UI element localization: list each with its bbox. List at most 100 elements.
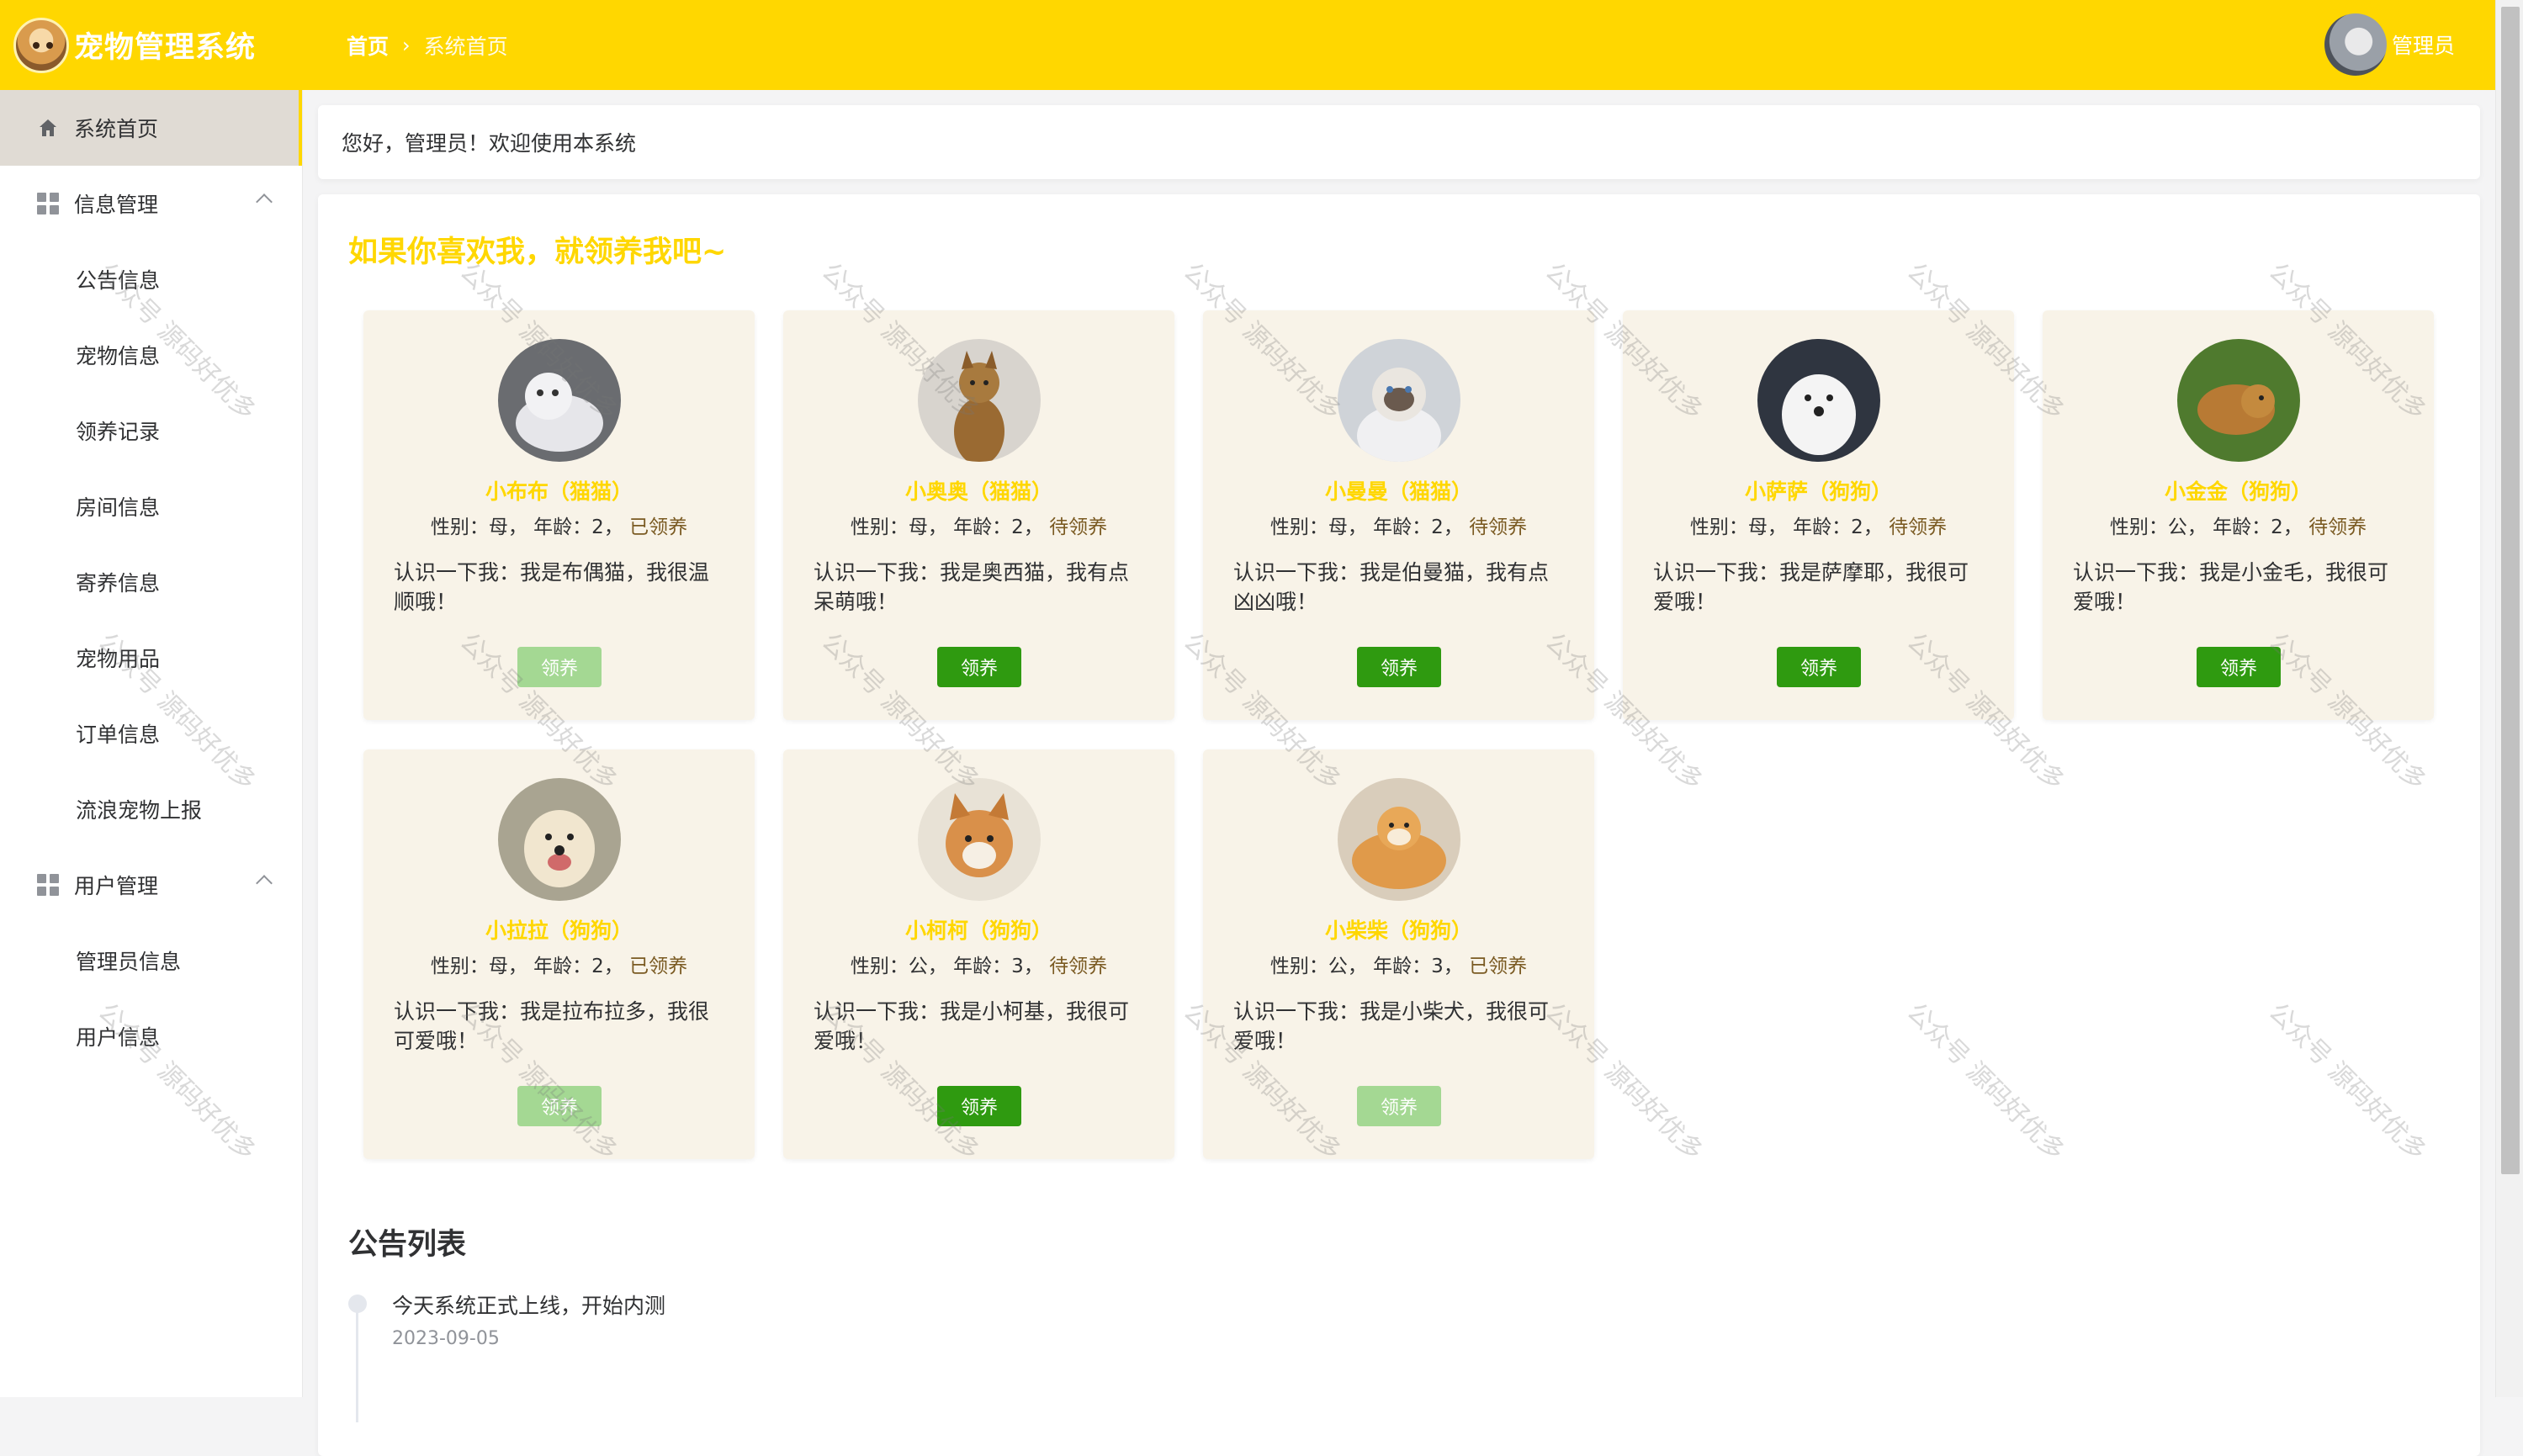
- pet-card: 小布布（猫猫） 性别：母， 年龄：2， 已领养 认识一下我：我是布偶猫，我很温顺…: [363, 310, 755, 720]
- pet-status: 已领养: [629, 516, 688, 538]
- adopt-button[interactable]: 领养: [1777, 647, 1861, 687]
- pet-gender: 母: [908, 516, 928, 538]
- brand: 宠物管理系统: [0, 0, 303, 90]
- sidebar-item-supplies[interactable]: 宠物用品: [0, 620, 302, 696]
- pet-card: 小柴柴（狗狗） 性别：公， 年龄：3， 已领养 认识一下我：我是小柴犬，我很可爱…: [1203, 749, 1594, 1159]
- pet-intro: 认识一下我：我是萨摩耶，我很可爱哦！: [1653, 560, 1969, 614]
- home-icon: [37, 117, 59, 139]
- pet-gender: 公: [908, 956, 928, 977]
- timeline-line: [356, 1305, 358, 1422]
- pet-card: 小拉拉（狗狗） 性别：母， 年龄：2， 已领养 认识一下我：我是拉布拉多，我很可…: [363, 749, 755, 1159]
- adopt-button[interactable]: 领养: [937, 647, 1021, 687]
- sidebar-item-boarding[interactable]: 寄养信息: [0, 544, 302, 620]
- user-menu[interactable]: 管理员: [2324, 13, 2455, 76]
- pet-card: 小金金（狗狗） 性别：公， 年龄：2， 待领养 认识一下我：我是小金毛，我很可爱…: [2043, 310, 2434, 720]
- timeline-dot-icon: [348, 1295, 367, 1313]
- sidebar-item-rooms[interactable]: 房间信息: [0, 469, 302, 544]
- samoyed-photo-icon: [1757, 339, 1880, 462]
- app-title: 宠物管理系统: [74, 31, 257, 65]
- pet-gender: 母: [488, 516, 508, 538]
- sidebar-item-home[interactable]: 系统首页: [0, 90, 302, 166]
- pet-status: 待领养: [1469, 516, 1528, 538]
- pet-status: 已领养: [1469, 956, 1528, 977]
- adopt-button[interactable]: 领养: [517, 1086, 602, 1126]
- pet-age: 2: [2271, 516, 2283, 538]
- pet-intro: 认识一下我：我是小柯基，我很可爱哦！: [814, 999, 1130, 1053]
- adopt-button[interactable]: 领养: [937, 1086, 1021, 1126]
- chevron-up-icon: [256, 875, 273, 892]
- pet-name: 小拉拉（狗狗）: [485, 919, 633, 943]
- pet-name: 小布布（猫猫）: [485, 479, 633, 504]
- sidebar-group-users[interactable]: 用户管理: [0, 847, 302, 923]
- notice-list-title: 公告列表: [348, 1228, 467, 1262]
- pet-gender: 母: [488, 956, 508, 977]
- adopt-button[interactable]: 领养: [1357, 1086, 1441, 1126]
- pet-intro: 认识一下我：我是奥西猫，我有点呆萌哦！: [814, 560, 1130, 614]
- top-header: 宠物管理系统 首页 › 系统首页 管理员: [0, 0, 2495, 90]
- pet-gender: 公: [2167, 516, 2187, 538]
- pet-name: 小柴柴（狗狗）: [1324, 919, 1472, 943]
- sidebar-item-adoptions[interactable]: 领养记录: [0, 393, 302, 469]
- pet-intro: 认识一下我：我是小柴犬，我很可爱哦！: [1233, 999, 1550, 1053]
- avatar[interactable]: [2324, 13, 2387, 76]
- notice-item-date: 2023-09-05: [392, 1328, 500, 1349]
- pet-meta: 性别：公， 年龄：2， 待领养: [2109, 516, 2367, 538]
- sidebar-item-users[interactable]: 用户信息: [0, 998, 302, 1074]
- pet-meta: 性别：母， 年龄：2， 已领养: [430, 516, 688, 538]
- grid-icon: [37, 874, 59, 896]
- sidebar-item-admins[interactable]: 管理员信息: [0, 923, 302, 998]
- pet-name: 小曼曼（猫猫）: [1324, 479, 1472, 504]
- golden-retriever-photo-icon: [2177, 339, 2300, 462]
- breadcrumb-home[interactable]: 首页: [347, 30, 389, 61]
- pet-meta: 性别：公， 年龄：3， 待领养: [850, 956, 1108, 977]
- grid-icon: [37, 193, 59, 214]
- breadcrumb: 首页 › 系统首页: [347, 30, 508, 61]
- pet-age: 3: [1011, 956, 1024, 977]
- pet-age: 2: [1431, 516, 1444, 538]
- sidebar-group-label: 信息管理: [74, 193, 159, 217]
- pet-gender: 公: [1328, 956, 1348, 977]
- pet-gender: 母: [1328, 516, 1348, 538]
- pet-intro: 认识一下我：我是小金毛，我很可爱哦！: [2073, 560, 2389, 614]
- pet-card: 小奥奥（猫猫） 性别：母， 年龄：2， 待领养 认识一下我：我是奥西猫，我有点呆…: [783, 310, 1174, 720]
- pet-status: 待领养: [1049, 956, 1108, 977]
- adopt-button[interactable]: 领养: [1357, 647, 1441, 687]
- pet-meta: 性别：母， 年龄：2， 待领养: [1689, 516, 1948, 538]
- adopt-button[interactable]: 领养: [2197, 647, 2281, 687]
- pet-age: 2: [591, 956, 604, 977]
- pet-name: 小柯柯（狗狗）: [904, 919, 1052, 943]
- pet-intro: 认识一下我：我是伯曼猫，我有点凶凶哦！: [1233, 560, 1550, 614]
- breadcrumb-separator-icon: ›: [402, 33, 411, 57]
- pet-name: 小萨萨（狗狗）: [1744, 479, 1892, 504]
- sidebar-item-pets[interactable]: 宠物信息: [0, 317, 302, 393]
- chevron-up-icon: [256, 193, 273, 210]
- dog-logo-icon: [13, 17, 69, 73]
- pet-age: 3: [1431, 956, 1444, 977]
- labrador-photo-icon: [498, 778, 621, 901]
- sidebar-group-info[interactable]: 信息管理: [0, 166, 302, 241]
- pet-intro: 认识一下我：我是拉布拉多，我很可爱哦！: [394, 999, 710, 1053]
- welcome-banner: 您好，管理员！欢迎使用本系统: [318, 105, 2480, 179]
- pet-status: 待领养: [1049, 516, 1108, 538]
- pet-age: 2: [1011, 516, 1024, 538]
- adopt-button[interactable]: 领养: [517, 647, 602, 687]
- shiba-photo-icon: [1338, 778, 1460, 901]
- sidebar-item-orders[interactable]: 订单信息: [0, 696, 302, 771]
- main-content: 如果你喜欢我，就领养我吧~ 小布布（猫猫） 性别：母， 年龄：2， 已领养 认识…: [318, 194, 2480, 1456]
- scrollbar-thumb[interactable]: [2501, 7, 2520, 1174]
- sidebar: 系统首页 信息管理 公告信息 宠物信息 领养记录 房间信息 寄养信息 宠物用品 …: [0, 90, 303, 1397]
- pet-gender: 母: [1747, 516, 1768, 538]
- pet-age: 2: [1851, 516, 1863, 538]
- ragdoll-cat-photo-icon: [498, 339, 621, 462]
- pet-card: 小萨萨（狗狗） 性别：母， 年龄：2， 待领养 认识一下我：我是萨摩耶，我很可爱…: [1623, 310, 2014, 720]
- sidebar-item-stray-reports[interactable]: 流浪宠物上报: [0, 771, 302, 847]
- notice-item-text[interactable]: 今天系统正式上线，开始内测: [392, 1289, 665, 1320]
- sidebar-item-notices[interactable]: 公告信息: [0, 241, 302, 317]
- user-name[interactable]: 管理员: [2392, 29, 2455, 60]
- pet-card: 小曼曼（猫猫） 性别：母， 年龄：2， 待领养 认识一下我：我是伯曼猫，我有点凶…: [1203, 310, 1594, 720]
- pet-intro: 认识一下我：我是布偶猫，我很温顺哦！: [394, 560, 710, 614]
- ocicat-photo-icon: [918, 339, 1041, 462]
- page-scrollbar[interactable]: [2495, 0, 2523, 1397]
- pet-name: 小金金（狗狗）: [2164, 479, 2312, 504]
- pet-meta: 性别：母， 年龄：2， 待领养: [850, 516, 1108, 538]
